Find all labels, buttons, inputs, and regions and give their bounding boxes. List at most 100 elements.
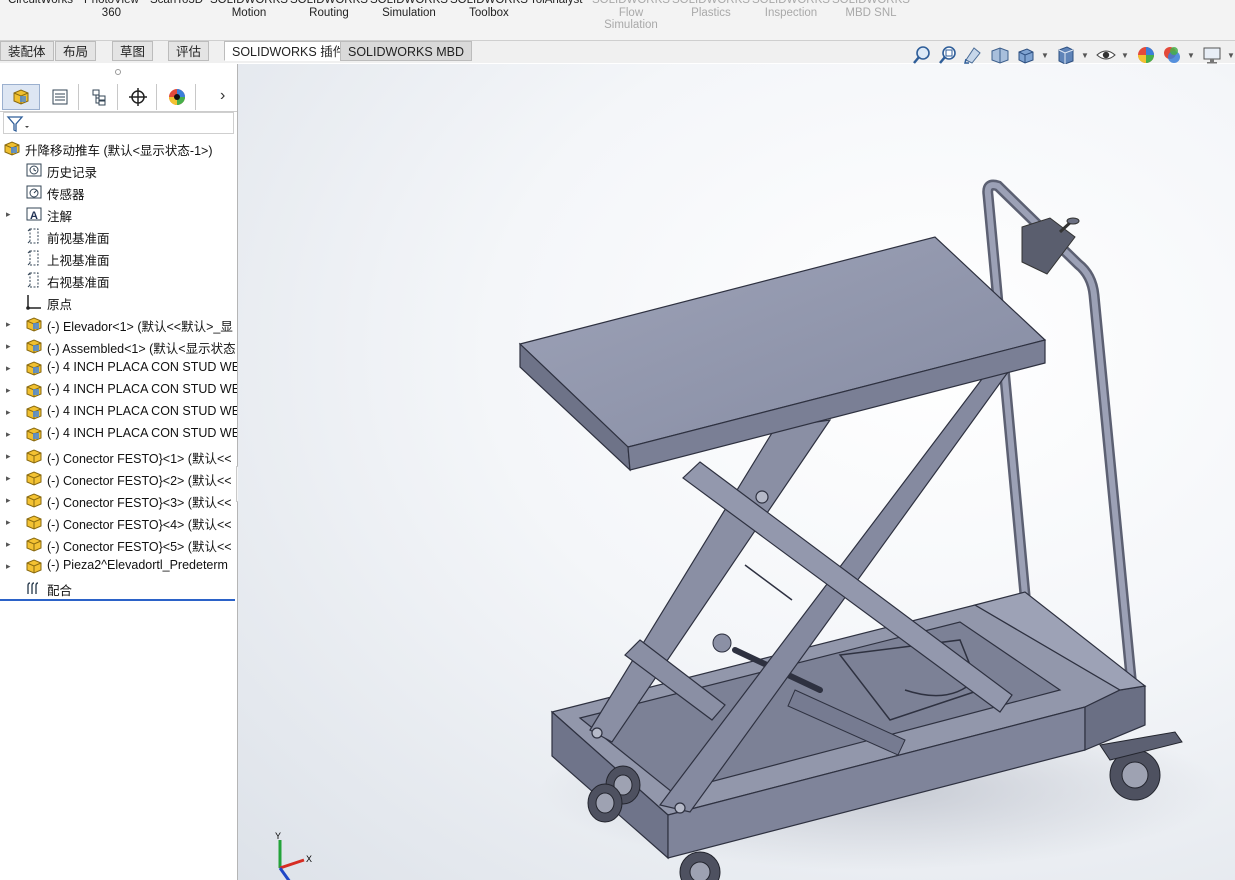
tree-item[interactable]: ▸ (-) Assembled<1> (默认<显示状态 — [0, 335, 237, 357]
ribbon-label-line: Simulation — [604, 19, 658, 31]
view-settings-icon[interactable] — [1201, 44, 1223, 66]
tree-item[interactable]: 传感器 — [0, 181, 237, 203]
expand-arrow-icon[interactable]: ▸ — [6, 363, 14, 373]
ribbon-tolanalyst-button[interactable]: TolAnalyst — [530, 0, 582, 7]
section-view-icon[interactable] — [989, 44, 1011, 66]
displaymanager-tab[interactable] — [158, 84, 196, 110]
tree-item[interactable]: ▸ (-) Conector FESTO}<1> (默认<< — [0, 445, 237, 467]
tree-item-label: (-) Conector FESTO}<4> (默认<< — [47, 518, 232, 532]
part-icon — [25, 491, 43, 509]
expand-arrow-icon[interactable]: ▸ — [6, 341, 14, 351]
more-tabs-arrow-icon[interactable]: › — [220, 87, 225, 105]
tree-item[interactable]: ▸ (-) Conector FESTO}<3> (默认<< — [0, 489, 237, 511]
expand-arrow-icon[interactable]: ▸ — [6, 561, 14, 571]
tree-root-assembly[interactable]: 升降移动推车 (默认<显示状态-1>) — [0, 137, 237, 159]
ribbon-label-line: SOLIDWORKS — [752, 0, 830, 6]
expand-arrow-icon[interactable]: ▸ — [6, 407, 14, 417]
tab-solidworks-addins[interactable]: SOLIDWORKS 插件 — [224, 41, 354, 61]
command-tabs: 装配体 布局 草图 评估 SOLIDWORKS 插件 SOLIDWORKS MB… — [0, 41, 1235, 63]
ribbon-plastics-button[interactable]: SOLIDWORKS Plastics — [672, 0, 750, 19]
tree-item[interactable]: 右视基准面 — [0, 269, 237, 291]
apply-scene-icon[interactable] — [1161, 44, 1183, 66]
ribbon-circuitworks-button[interactable]: CircuitWorks — [8, 0, 73, 7]
view-orientation-icon[interactable] — [1015, 44, 1037, 66]
tree-item[interactable]: 历史记录 — [0, 159, 237, 181]
tree-item[interactable]: 原点 — [0, 291, 237, 313]
ribbon-label-line: Routing — [309, 6, 349, 19]
lift-cart-model — [518, 179, 1220, 880]
expand-arrow-icon[interactable]: ▸ — [6, 385, 14, 395]
tree-item[interactable]: ▸ (-) Elevador<1> (默认<<默认>_显 — [0, 313, 237, 335]
display-style-icon[interactable] — [1055, 44, 1077, 66]
ribbon-scanto3d-button[interactable]: ScanTo3D — [150, 0, 203, 7]
featuremanager-tab[interactable] — [2, 84, 40, 110]
edit-appearance-icon[interactable] — [1135, 44, 1157, 66]
display-style-caret-icon[interactable]: ▼ — [1081, 51, 1089, 60]
plane-icon — [25, 271, 43, 289]
hide-show-items-icon[interactable] — [1095, 44, 1117, 66]
tree-item-label: 配合 — [47, 584, 73, 598]
panel-split-handle[interactable] — [115, 69, 121, 75]
ribbon-simulation-button[interactable]: SOLIDWORKS Simulation — [370, 0, 448, 19]
view-settings-caret-icon[interactable]: ▼ — [1227, 51, 1235, 60]
tree-item[interactable]: ▸ A 注解 — [0, 203, 237, 225]
origin-icon — [25, 293, 43, 311]
expand-arrow-icon[interactable]: ▸ — [6, 429, 14, 439]
ribbon-mbd-snl-button[interactable]: SOLIDWORKS MBD SNL — [832, 0, 910, 19]
tree-item[interactable]: ▸ (-) 4 INCH PLACA CON STUD WE — [0, 423, 237, 445]
ribbon-routing-button[interactable]: SOLIDWORKS Routing — [290, 0, 368, 19]
tab-assembly[interactable]: 装配体 — [0, 41, 54, 61]
zoom-to-fit-icon[interactable] — [911, 44, 933, 66]
expand-arrow-icon[interactable]: ▸ — [6, 209, 14, 219]
expand-arrow-icon[interactable]: ▸ — [6, 319, 14, 329]
tree-item[interactable]: ▸ (-) 4 INCH PLACA CON STUD WE — [0, 401, 237, 423]
ribbon-photoview-button[interactable]: PhotoView 360 — [84, 0, 139, 19]
apply-scene-caret-icon[interactable]: ▼ — [1187, 51, 1195, 60]
tree-item[interactable]: ▸ (-) 4 INCH PLACA CON STUD WE — [0, 379, 237, 401]
tree-item-label: (-) Elevador<1> (默认<<默认>_显 — [47, 320, 233, 334]
featuremanager-icon — [13, 89, 29, 105]
manager-tabs: › — [0, 83, 237, 112]
configurationmanager-tab[interactable] — [80, 84, 118, 110]
part-icon — [25, 557, 43, 575]
tree-filter[interactable] — [3, 112, 234, 134]
ribbon-inspection-button[interactable]: SOLIDWORKS Inspection — [752, 0, 830, 19]
subassembly-icon — [25, 359, 43, 377]
tree-item[interactable]: 前视基准面 — [0, 225, 237, 247]
ribbon-flow-simulation-button[interactable]: SOLIDWORKS Flow Simulation — [592, 0, 670, 32]
triad-y-label: Y — [275, 832, 281, 841]
tree-item[interactable]: ▸ (-) Conector FESTO}<4> (默认<< — [0, 511, 237, 533]
reference-triad: Y X — [275, 832, 312, 880]
zoom-to-area-icon[interactable] — [937, 44, 959, 66]
tree-item[interactable]: ▸ (-) 4 INCH PLACA CON STUD WE — [0, 357, 237, 379]
expand-arrow-icon[interactable]: ▸ — [6, 495, 14, 505]
tree-item[interactable]: ▸ (-) Conector FESTO}<5> (默认<< — [0, 533, 237, 555]
ribbon-label-line: SOLIDWORKS — [370, 0, 448, 6]
tree-item-label: 上视基准面 — [47, 254, 110, 268]
previous-view-icon[interactable] — [963, 44, 985, 66]
propertymanager-tab[interactable] — [41, 84, 79, 110]
ribbon-motion-button[interactable]: SOLIDWORKS Motion — [210, 0, 288, 19]
dimxpertmanager-tab[interactable] — [119, 84, 157, 110]
tree-item[interactable]: ▸ (-) Pieza2^Elevadortl_Predeterm — [0, 555, 237, 577]
view-orientation-caret-icon[interactable]: ▼ — [1041, 51, 1049, 60]
ribbon-label-line: Simulation — [382, 6, 436, 19]
hide-show-caret-icon[interactable]: ▼ — [1121, 51, 1129, 60]
expand-arrow-icon[interactable]: ▸ — [6, 517, 14, 527]
ribbon-toolbox-button[interactable]: SOLIDWORKS Toolbox — [450, 0, 528, 19]
tab-solidworks-mbd[interactable]: SOLIDWORKS MBD — [340, 41, 472, 61]
subassembly-icon — [25, 425, 43, 443]
tab-sketch[interactable]: 草图 — [112, 41, 154, 61]
rollback-bar[interactable] — [0, 599, 235, 601]
tab-evaluate[interactable]: 评估 — [168, 41, 210, 61]
tree-item[interactable]: 上视基准面 — [0, 247, 237, 269]
expand-arrow-icon[interactable]: ▸ — [6, 451, 14, 461]
tree-item[interactable]: 配合 — [0, 577, 237, 599]
svg-text:A: A — [30, 210, 38, 222]
tab-layout[interactable]: 布局 — [55, 41, 97, 61]
expand-arrow-icon[interactable]: ▸ — [6, 473, 14, 483]
expand-arrow-icon[interactable]: ▸ — [6, 539, 14, 549]
graphics-area[interactable]: Y X — [238, 64, 1235, 880]
tree-item[interactable]: ▸ (-) Conector FESTO}<2> (默认<< — [0, 467, 237, 489]
plane-icon — [25, 249, 43, 267]
